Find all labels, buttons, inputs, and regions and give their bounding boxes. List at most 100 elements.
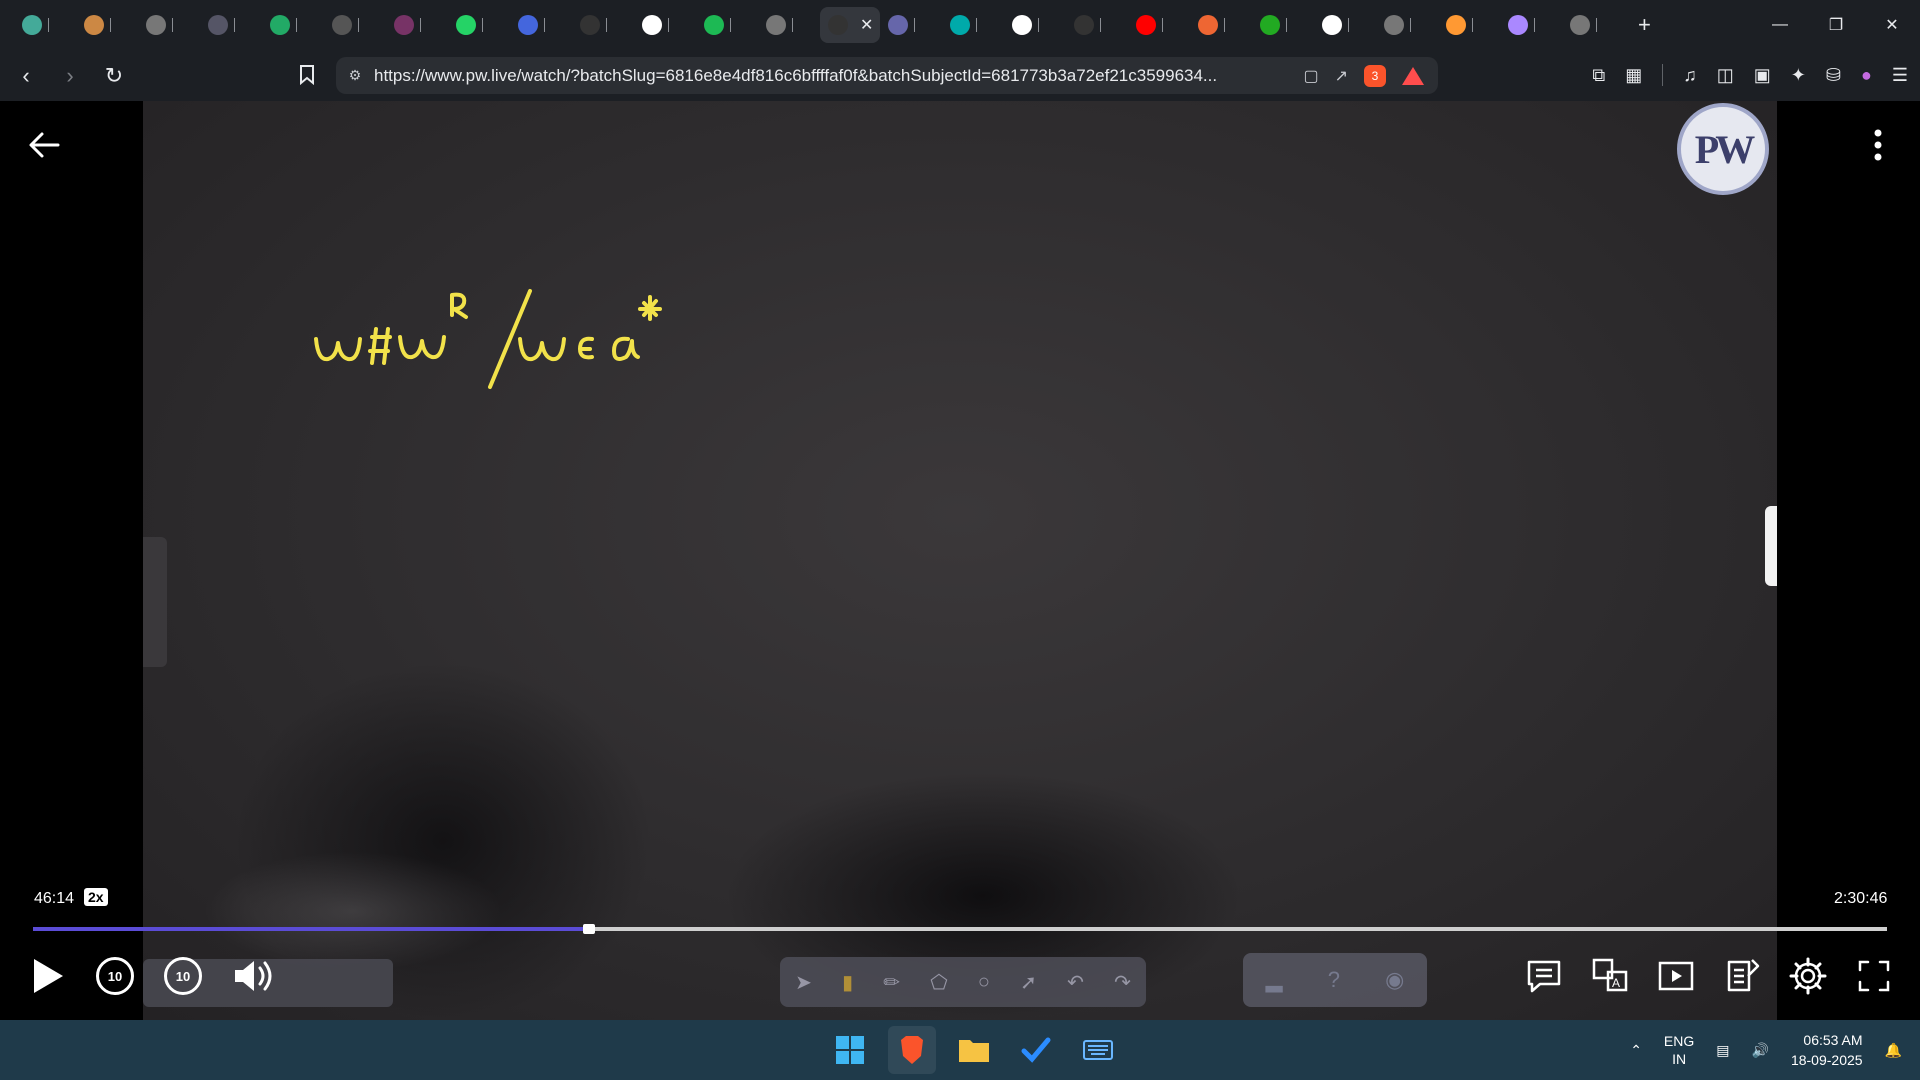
back-arrow-icon[interactable]: [24, 125, 64, 165]
browser-tab[interactable]: [1438, 7, 1500, 43]
share-icon[interactable]: ↗: [1335, 66, 1348, 86]
volume-icon[interactable]: [232, 956, 278, 996]
browser-tab[interactable]: [510, 7, 572, 43]
tab-divider: [914, 18, 915, 32]
video-player[interactable]: PW 46:14 2x 2:30:46 ➤ ▮ ✏ ⬠ ○ ➚ ↶ ↷ ▂ ? …: [0, 101, 1920, 1021]
taskbar-apps: [826, 1026, 1122, 1074]
browser-tab[interactable]: [1066, 7, 1128, 43]
current-time: 46:14: [34, 890, 75, 907]
url-text[interactable]: https://www.pw.live/watch/?batchSlug=681…: [374, 66, 1303, 86]
browser-tab[interactable]: [1562, 7, 1624, 43]
wallet-icon[interactable]: ▣: [1754, 65, 1771, 86]
chat-icon[interactable]: [1524, 956, 1564, 996]
network-icon[interactable]: ▤: [1716, 1042, 1729, 1059]
browser-tab[interactable]: [138, 7, 200, 43]
chat-icon: [22, 15, 42, 35]
video-frame[interactable]: [143, 101, 1777, 1021]
settings-gear-icon[interactable]: [1788, 956, 1828, 996]
vpn-icon[interactable]: ⛁: [1826, 65, 1841, 86]
tab-divider: [1596, 18, 1597, 32]
cast-icon[interactable]: ▢: [1303, 66, 1318, 86]
browser-tab[interactable]: [1376, 7, 1438, 43]
close-window-button[interactable]: ✕: [1864, 0, 1920, 50]
more-options-icon[interactable]: [1866, 125, 1890, 165]
browser-tab[interactable]: [1500, 7, 1562, 43]
forward-button[interactable]: ›: [52, 58, 88, 94]
site-settings-icon[interactable]: ⚙: [336, 67, 374, 84]
media-icon[interactable]: ♫: [1683, 65, 1697, 86]
browser-tab[interactable]: [696, 7, 758, 43]
tab-divider: [420, 18, 421, 32]
picture-in-picture-icon[interactable]: [1656, 956, 1696, 996]
browser-tab[interactable]: [324, 7, 386, 43]
file-explorer-button[interactable]: [950, 1026, 998, 1074]
minimize-button[interactable]: —: [1752, 0, 1808, 50]
browser-tab[interactable]: [1190, 7, 1252, 43]
whatsapp-icon: [456, 15, 476, 35]
browser-tab[interactable]: [262, 7, 324, 43]
leo-ai-icon[interactable]: ✦: [1791, 65, 1806, 86]
start-button[interactable]: [826, 1026, 874, 1074]
profile-icon[interactable]: ●: [1861, 65, 1872, 86]
address-bar[interactable]: ⚙ https://www.pw.live/watch/?batchSlug=6…: [336, 57, 1438, 94]
reader-mode-icon[interactable]: ▦: [1625, 65, 1642, 86]
browser-tab[interactable]: [572, 7, 634, 43]
speaker-icon[interactable]: 🔊: [1752, 1042, 1769, 1059]
whiteboard-side-tab[interactable]: [143, 537, 167, 667]
shape-tool-icon: ⬠: [930, 971, 948, 994]
whiteboard-right-handle[interactable]: [1765, 506, 1777, 586]
notifications-icon[interactable]: 🔔: [1885, 1042, 1902, 1059]
browser-tab[interactable]: ✕: [820, 7, 880, 43]
menu-icon[interactable]: ☰: [1892, 65, 1908, 86]
browser-tab[interactable]: [448, 7, 510, 43]
tab-strip: ✕ +: [0, 0, 1920, 50]
seek-bar[interactable]: [33, 924, 1887, 934]
browser-tab[interactable]: [634, 7, 696, 43]
translate-icon[interactable]: A: [1590, 956, 1630, 996]
fullscreen-icon[interactable]: [1854, 956, 1894, 996]
brave-browser-taskbar-button[interactable]: [888, 1026, 936, 1074]
brave-shields-icon[interactable]: 3: [1364, 64, 1386, 87]
keyboard-app-button[interactable]: [1074, 1026, 1122, 1074]
browser-tab[interactable]: [942, 7, 1004, 43]
browser-tab[interactable]: [758, 7, 820, 43]
restore-button[interactable]: ❐: [1808, 0, 1864, 50]
pw-logo: PW: [1677, 103, 1769, 195]
browser-tab[interactable]: [880, 7, 942, 43]
toolbar-right: ⧉ ▦ ♫ ◫ ▣ ✦ ⛁ ● ☰: [1592, 58, 1908, 92]
play-icon[interactable]: [30, 956, 66, 996]
browser-tab[interactable]: [200, 7, 262, 43]
reload-button[interactable]: ↻: [96, 58, 132, 94]
extensions-icon[interactable]: ⧉: [1592, 65, 1605, 86]
browser-tab[interactable]: [14, 7, 76, 43]
close-tab-icon[interactable]: ✕: [860, 15, 873, 35]
rewind-10-button[interactable]: 10: [96, 957, 134, 995]
total-duration: 2:30:46: [1834, 890, 1888, 907]
back-button[interactable]: ‹: [8, 58, 44, 94]
browser-tab[interactable]: [1128, 7, 1190, 43]
tab-divider: [730, 18, 731, 32]
tab-divider: [976, 18, 977, 32]
wordpress-icon: [270, 15, 290, 35]
browser-tab[interactable]: [1004, 7, 1066, 43]
browser-toolbar: ‹ › ↻ ⚙ https://www.pw.live/watch/?batch…: [0, 50, 1920, 101]
sidebar-icon[interactable]: ◫: [1717, 65, 1734, 86]
browser-tab[interactable]: [1252, 7, 1314, 43]
browser-tab[interactable]: [386, 7, 448, 43]
pointer-tool-icon: ➤: [795, 971, 812, 994]
brave-rewards-icon[interactable]: [1402, 66, 1424, 85]
clock[interactable]: 06:53 AM 18-09-2025: [1791, 1030, 1863, 1070]
seek-bar-handle[interactable]: [583, 924, 596, 934]
browser-tab[interactable]: [1314, 7, 1376, 43]
new-tab-button[interactable]: +: [1638, 12, 1651, 38]
youtube-icon: [1136, 15, 1156, 35]
todo-app-button[interactable]: [1012, 1026, 1060, 1074]
notes-icon[interactable]: [1722, 956, 1762, 996]
browser-tab[interactable]: [76, 7, 138, 43]
playback-speed-badge[interactable]: 2x: [84, 888, 108, 906]
keyboard-icon: [1083, 1040, 1113, 1060]
forward-10-button[interactable]: 10: [164, 957, 202, 995]
language-indicator[interactable]: ENG IN: [1664, 1032, 1694, 1068]
bookmark-icon[interactable]: [292, 58, 322, 92]
show-hidden-icons-icon[interactable]: ⌃: [1630, 1042, 1642, 1059]
